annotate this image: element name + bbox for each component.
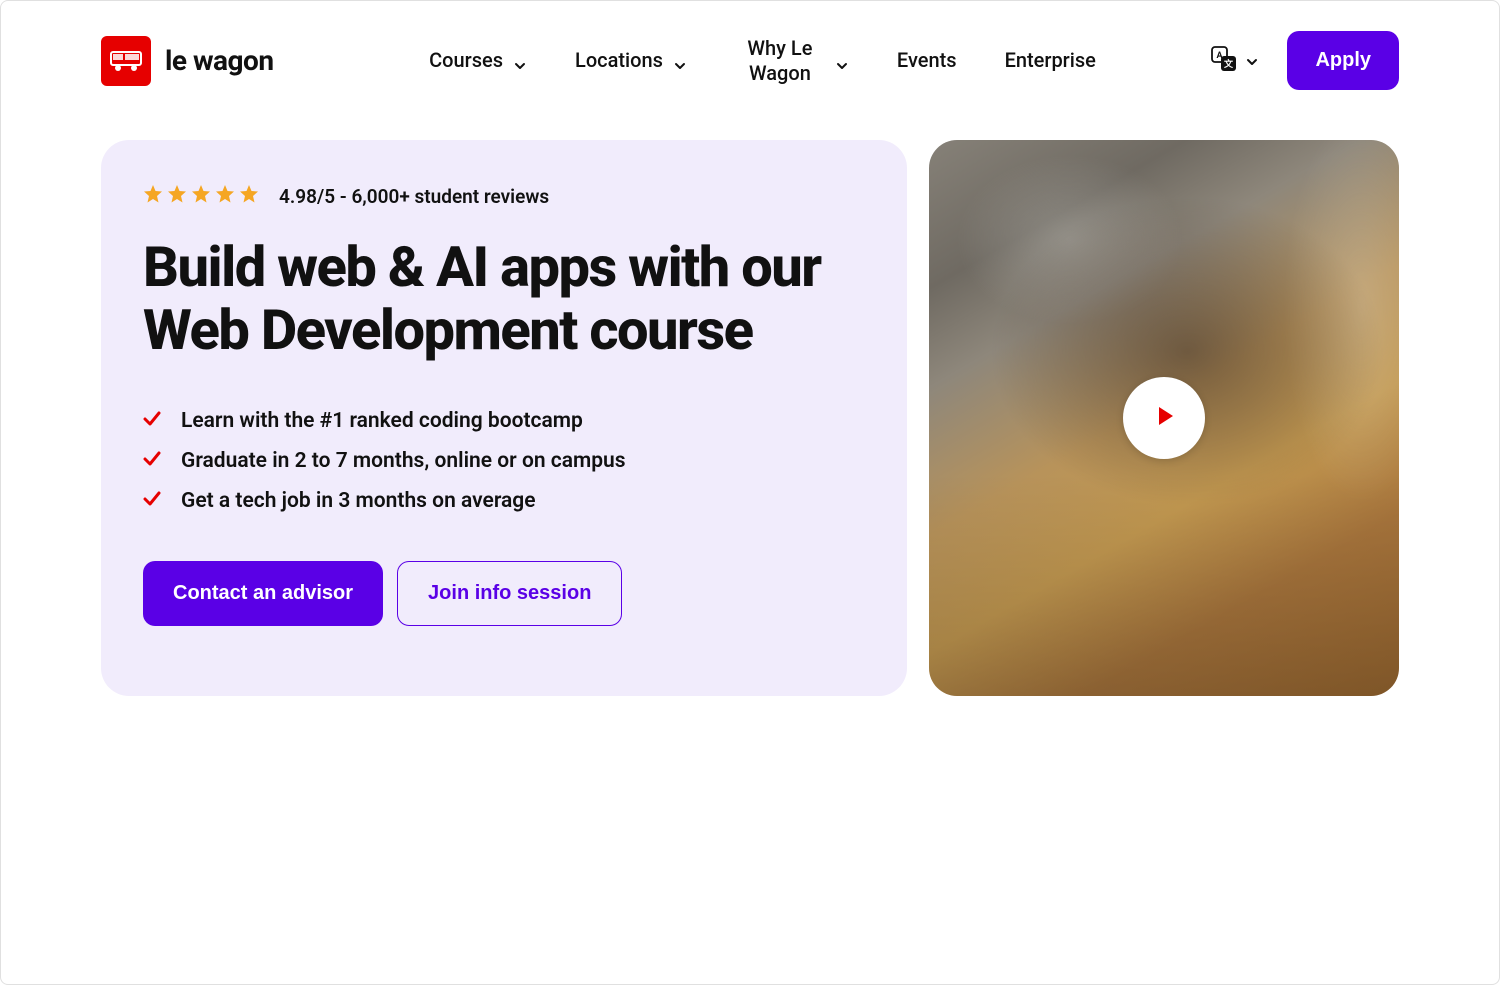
checkmark-icon (143, 450, 161, 472)
feature-item: Get a tech job in 3 months on average (143, 489, 865, 513)
language-selector[interactable]: A 文 (1211, 46, 1259, 76)
contact-advisor-button[interactable]: Contact an advisor (143, 561, 383, 626)
hero-video-thumbnail[interactable] (929, 140, 1399, 696)
nav-center: Courses Locations Why Le Wagon Events (314, 36, 1212, 86)
checkmark-icon (143, 490, 161, 512)
nav-item-courses[interactable]: Courses (429, 48, 527, 73)
chevron-down-icon (673, 54, 687, 68)
star-icon (215, 184, 235, 208)
rating-text: 4.98/5 - 6,000+ student reviews (279, 185, 549, 208)
brand[interactable]: le wagon (101, 36, 274, 86)
feature-item: Graduate in 2 to 7 months, online or on … (143, 449, 865, 473)
feature-text: Get a tech job in 3 months on average (181, 489, 536, 513)
nav-right: A 文 Apply (1211, 31, 1399, 90)
nav-label: Courses (429, 48, 503, 73)
hero-content-card: 4.98/5 - 6,000+ student reviews Build we… (101, 140, 907, 696)
nav-label: Enterprise (1005, 48, 1096, 73)
star-icon (167, 184, 187, 208)
nav-item-locations[interactable]: Locations (575, 48, 687, 73)
star-rating (143, 184, 259, 208)
nav-item-events[interactable]: Events (897, 48, 957, 73)
feature-list: Learn with the #1 ranked coding bootcamp… (143, 409, 865, 513)
chevron-down-icon (835, 54, 849, 68)
feature-item: Learn with the #1 ranked coding bootcamp (143, 409, 865, 433)
rating-row: 4.98/5 - 6,000+ student reviews (143, 184, 865, 208)
brand-logo-icon (101, 36, 151, 86)
navbar: le wagon Courses Locations Why Le Wagon (101, 31, 1399, 140)
nav-item-why[interactable]: Why Le Wagon (735, 36, 849, 86)
chevron-down-icon (513, 54, 527, 68)
star-icon (239, 184, 259, 208)
hero: 4.98/5 - 6,000+ student reviews Build we… (101, 140, 1399, 696)
star-icon (191, 184, 211, 208)
apply-button[interactable]: Apply (1287, 31, 1399, 90)
checkmark-icon (143, 410, 161, 432)
nav-item-enterprise[interactable]: Enterprise (1005, 48, 1096, 73)
star-icon (143, 184, 163, 208)
feature-text: Learn with the #1 ranked coding bootcamp (181, 409, 583, 433)
play-icon (1149, 401, 1179, 435)
feature-text: Graduate in 2 to 7 months, online or on … (181, 449, 626, 473)
brand-name: le wagon (165, 44, 274, 77)
nav-label: Why Le Wagon (735, 36, 825, 86)
translate-icon: A 文 (1211, 46, 1237, 76)
chevron-down-icon (1245, 54, 1259, 68)
join-info-session-button[interactable]: Join info session (397, 561, 622, 626)
nav-label: Locations (575, 48, 663, 73)
svg-text:文: 文 (1223, 58, 1234, 70)
nav-label: Events (897, 48, 957, 73)
hero-title: Build web & AI apps with our Web Develop… (143, 236, 865, 361)
cta-row: Contact an advisor Join info session (143, 561, 865, 626)
play-button[interactable] (1123, 377, 1205, 459)
